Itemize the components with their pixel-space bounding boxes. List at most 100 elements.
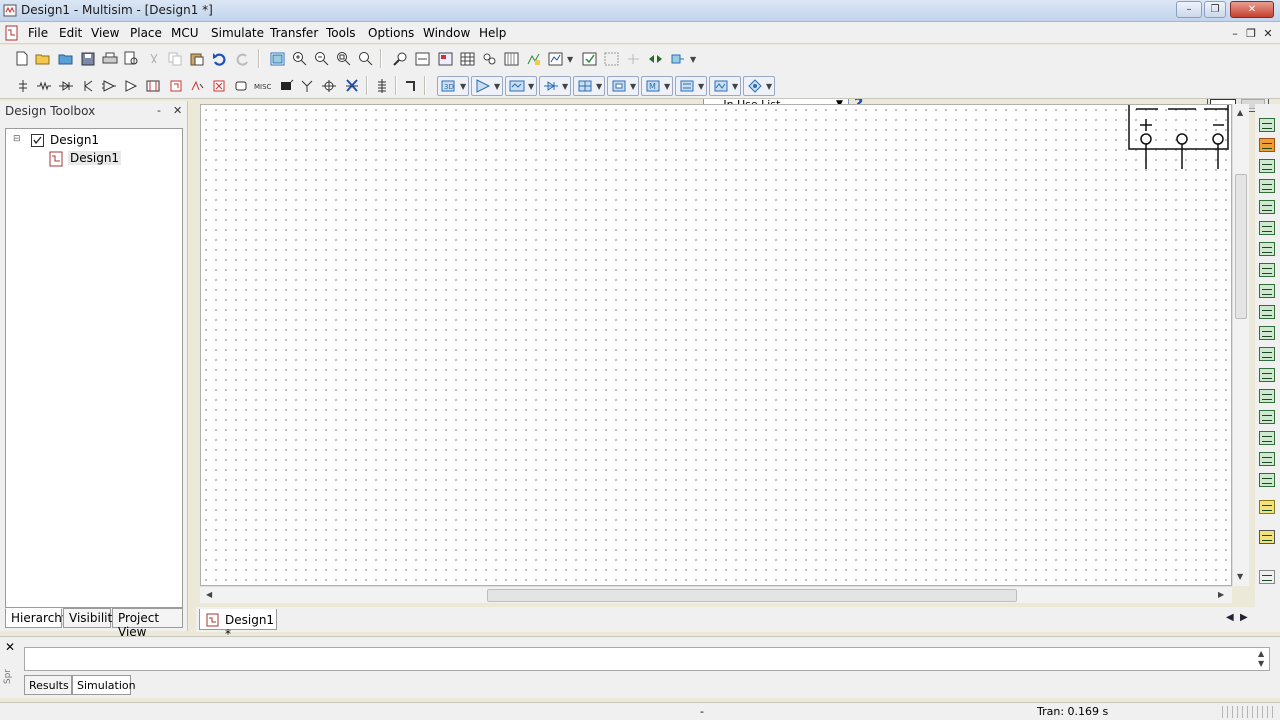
spreadsheet-view-icon[interactable] [436,50,454,67]
window-restore-button[interactable]: ❐ [1204,1,1226,18]
results-field[interactable]: ▲ ▼ [24,647,1270,671]
menu-transfer[interactable]: Transfer [270,26,318,40]
bode-plotter-icon[interactable] [1259,221,1275,235]
panel-close-icon[interactable]: ✕ [173,104,182,117]
menu-simulate[interactable]: Simulate [211,26,264,40]
four-channel-oscilloscope-icon[interactable] [1259,200,1275,214]
scroll-up-icon[interactable]: ▲ [1237,108,1243,117]
scroll-left-icon[interactable]: ◀ [206,590,212,599]
agilent-multimeter-icon[interactable] [1259,431,1275,445]
undo-icon[interactable] [210,50,228,67]
place-diodes-family-group[interactable]: ▼ [539,76,571,96]
labview-instrument-icon[interactable] [1259,530,1275,544]
cut-icon[interactable] [145,50,163,67]
place-cmos-family-group[interactable]: ▼ [675,76,707,96]
place-indicator-icon[interactable] [277,77,295,94]
place-mixed-family-group[interactable]: ▼ [743,76,775,96]
measurement-probe-icon[interactable] [1259,500,1275,514]
placed-component[interactable] [1126,105,1236,175]
place-power-family-group[interactable]: ▼ [607,76,639,96]
place-cmos-icon[interactable] [144,77,162,94]
place-misc-family-group[interactable]: M ▼ [641,76,673,96]
tab-hierarchy[interactable]: Hierarchy [5,608,69,628]
print-preview-icon[interactable] [122,50,140,67]
checkbox-icon[interactable] [31,134,44,147]
place-misc-digital-icon[interactable] [210,77,228,94]
place-bus-icon[interactable] [402,77,420,94]
place-diode-icon[interactable] [57,77,75,94]
save-icon[interactable] [79,50,97,67]
tab-visibility[interactable]: Visibility [63,608,119,628]
tree-root-label[interactable]: Design1 [50,133,99,147]
agilent-oscilloscope-icon[interactable] [1259,452,1275,466]
place-mcu-icon[interactable] [167,77,185,94]
menu-tools[interactable]: Tools [326,26,356,40]
toggle-net-icon[interactable] [624,50,642,67]
postprocessor-icon[interactable] [524,50,542,67]
tab-simulation[interactable]: Simulation [72,675,136,695]
find-icon[interactable] [391,50,409,67]
scroll-right-icon[interactable]: ▶ [1218,590,1224,599]
place-ttl-icon[interactable] [122,77,140,94]
schematic-canvas[interactable] [200,104,1232,586]
vertical-scrollbar[interactable]: ▲ ▼ [1232,104,1249,586]
open-folder-icon[interactable] [34,50,52,67]
place-ttl-family-group[interactable]: ▼ [505,76,537,96]
document-system-icon[interactable] [4,25,20,41]
print-icon[interactable] [101,50,119,67]
menu-edit[interactable]: Edit [59,26,82,40]
open-sample-icon[interactable] [57,50,75,67]
distortion-analyzer-icon[interactable] [1259,347,1275,361]
tree-child-label[interactable]: Design1 [68,151,122,165]
menu-window[interactable]: Window [423,26,470,40]
grapher-icon[interactable] [546,50,564,67]
place-rf-family-group[interactable]: ▼ [709,76,741,96]
mdi-restore-button[interactable]: ❐ [1245,27,1257,40]
resize-grip[interactable] [1222,706,1276,718]
mdi-minimize-button[interactable]: – [1229,27,1241,40]
tektronix-oscilloscope-icon[interactable] [1259,473,1275,487]
place-advanced-peripherals-icon[interactable] [188,77,206,94]
electrical-rules-check-icon[interactable] [580,50,598,67]
full-screen-icon[interactable] [268,50,286,67]
backannotate-icon[interactable] [646,50,664,67]
network-analyzer-icon[interactable] [1259,389,1275,403]
place-electromechanical-icon[interactable] [320,77,338,94]
spectrum-analyzer-icon[interactable] [1259,368,1275,382]
scroll-down-icon[interactable]: ▼ [1237,572,1243,581]
place-basic-icon[interactable] [35,77,53,94]
place-analog-icon[interactable] [100,77,118,94]
menu-mcu[interactable]: MCU [171,26,199,40]
place-3d-group[interactable]: 3D ▼ [437,76,469,96]
place-mixed-icon[interactable] [232,77,250,94]
window-minimize-button[interactable]: – [1176,1,1202,18]
oscilloscope-icon[interactable] [1259,179,1275,193]
place-source-icon[interactable] [14,77,32,94]
place-analog-family-group[interactable]: ▼ [471,76,503,96]
zoom-fit-icon[interactable] [356,50,374,67]
multisim-app-icon[interactable] [3,3,18,18]
place-ladder-diagram-icon[interactable] [343,77,361,94]
grid-table-icon[interactable] [458,50,476,67]
tab-results[interactable]: Results [24,675,72,695]
place-transistors-family-group[interactable]: ▼ [573,76,605,96]
agilent-generator-icon[interactable] [1259,410,1275,424]
iv-analyzer-icon[interactable] [1259,326,1275,340]
component-wizard-icon[interactable] [413,50,431,67]
frequency-counter-icon[interactable] [1259,242,1275,256]
horizontal-scrollbar[interactable]: ◀ ▶ [200,586,1232,603]
function-generator-icon[interactable] [1259,138,1275,152]
tree-collapse-icon[interactable]: ⊟ [13,134,21,144]
spreadsheet-close-icon[interactable]: ✕ [5,640,15,654]
zoom-out-icon[interactable] [312,50,330,67]
breadboard-icon[interactable] [502,50,520,67]
window-close-button[interactable]: ✕ [1230,1,1274,18]
database-manager-icon[interactable] [480,50,498,67]
zoom-in-icon[interactable] [290,50,308,67]
tab-project-view[interactable]: Project View [112,608,183,639]
menu-help[interactable]: Help [479,26,506,40]
tab-scroll-left-icon[interactable]: ◀ [1226,612,1234,623]
new-file-icon[interactable] [13,50,31,67]
tab-scroll-right-icon[interactable]: ▶ [1240,612,1248,623]
forward-annotate-icon[interactable] [668,50,686,67]
